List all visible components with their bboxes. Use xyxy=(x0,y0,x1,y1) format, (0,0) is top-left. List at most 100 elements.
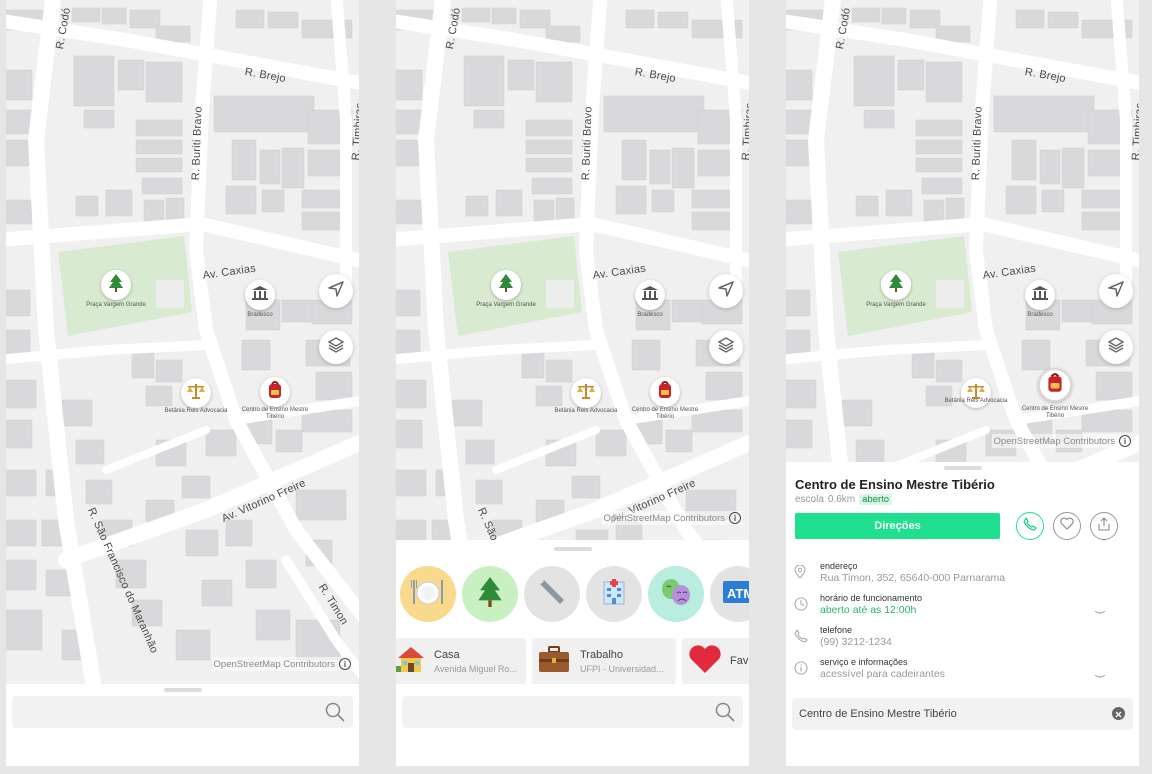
place-title: Centro de Ensino Mestre Tibério xyxy=(795,477,995,492)
map-credit[interactable]: OpenStreetMap Contributors i xyxy=(991,434,1133,448)
sheet-grabber[interactable] xyxy=(553,547,592,551)
school-backpack-icon xyxy=(1045,372,1065,399)
call-button[interactable] xyxy=(1016,512,1044,540)
info-icon: i xyxy=(1119,435,1131,447)
tree-icon xyxy=(497,273,515,298)
clock-icon xyxy=(794,597,808,616)
atm-icon: ATM xyxy=(721,578,749,611)
map-credit[interactable]: OpenStreetMap Contributors i xyxy=(211,657,353,671)
search-icon[interactable] xyxy=(325,702,345,727)
park-poi[interactable] xyxy=(491,270,521,300)
poi-label: Betânia Reis Advocacia xyxy=(554,408,618,414)
locate-me-button[interactable] xyxy=(319,274,353,308)
favorite-home[interactable]: Casa Avenida Miguel Ro... xyxy=(396,638,526,684)
poi-label: Centro de Ensino Mestre Tibério xyxy=(241,407,309,420)
detail-phone[interactable]: telefone (99) 3212-1234 xyxy=(794,625,1134,653)
detail-address[interactable]: endereço Rua Timon, 352, 65640-000 Parna… xyxy=(794,561,1134,589)
bank-icon xyxy=(251,285,269,306)
poi-label: Praça Vargem Grande xyxy=(476,302,536,308)
street-label: R. Buriti Bravo xyxy=(970,106,985,181)
school-poi[interactable] xyxy=(650,377,680,407)
search-input[interactable]: Centro de Ensino Mestre Tibério xyxy=(792,698,1133,730)
chevron-down-icon[interactable] xyxy=(1094,603,1106,621)
phone-icon xyxy=(1023,516,1037,536)
detail-value: (99) 3212-1234 xyxy=(820,636,892,648)
bank-poi[interactable] xyxy=(1025,280,1055,310)
map-credit[interactable]: OpenStreetMap Contributors i xyxy=(601,511,743,525)
navigation-arrow-icon xyxy=(717,280,735,303)
detail-hours[interactable]: horário de funcionamento aberto até as 1… xyxy=(794,593,1134,621)
screen-explore: R. Codó R. Brejo R. Buriti Bravo R. Timb… xyxy=(396,0,749,766)
layers-icon xyxy=(1107,336,1125,359)
bank-poi[interactable] xyxy=(635,280,665,310)
share-button[interactable] xyxy=(1090,512,1118,540)
theater-masks-icon xyxy=(659,577,693,612)
credit-text: OpenStreetMap Contributors xyxy=(993,435,1115,447)
detail-services[interactable]: serviço e informações acessível para cad… xyxy=(794,657,1134,685)
bank-poi[interactable] xyxy=(245,280,275,310)
favorite-places[interactable]: Fav xyxy=(682,638,749,684)
detail-value: Rua Timon, 352, 65640-000 Parnarama xyxy=(820,572,1006,584)
briefcase-icon xyxy=(538,644,570,679)
category-atm[interactable]: ATM xyxy=(710,566,749,622)
tree-icon xyxy=(107,273,125,298)
park-poi[interactable] xyxy=(881,270,911,300)
favorite-subtitle: Avenida Miguel Ro... xyxy=(434,663,517,674)
favorite-title: Trabalho xyxy=(580,648,624,661)
status-badge: aberto xyxy=(859,494,893,505)
favorite-button[interactable] xyxy=(1053,512,1081,540)
detail-label: serviço e informações xyxy=(820,657,908,667)
close-icon xyxy=(1115,705,1122,723)
map-view[interactable]: R. Codó R. Brejo R. Buriti Bravo R. Timb… xyxy=(786,0,1139,462)
wrench-icon xyxy=(536,576,568,613)
poi-label: Bradesco xyxy=(247,312,273,318)
info-icon xyxy=(794,661,808,680)
sheet-grabber[interactable] xyxy=(163,688,202,692)
layers-button[interactable] xyxy=(709,330,743,364)
category-theater[interactable] xyxy=(648,566,704,622)
school-poi-selected[interactable] xyxy=(1038,368,1072,402)
detail-value: acessível para cadeirantes xyxy=(820,668,945,680)
layers-button[interactable] xyxy=(1099,330,1133,364)
navigation-arrow-icon xyxy=(327,280,345,303)
detail-label: endereço xyxy=(820,561,858,571)
school-backpack-icon xyxy=(266,380,284,405)
layers-button[interactable] xyxy=(319,330,353,364)
bank-icon xyxy=(1031,285,1049,306)
search-icon[interactable] xyxy=(715,702,735,727)
search-input[interactable] xyxy=(12,696,353,728)
house-icon xyxy=(396,644,426,679)
law-office-poi[interactable] xyxy=(571,378,601,408)
sheet-grabber[interactable] xyxy=(943,466,982,470)
category-restaurant[interactable] xyxy=(400,566,456,622)
park-poi[interactable] xyxy=(101,270,131,300)
favorite-title: Casa xyxy=(434,648,460,661)
chevron-down-icon[interactable] xyxy=(1094,667,1106,685)
category-services[interactable] xyxy=(524,566,580,622)
clear-search-button[interactable] xyxy=(1112,707,1125,720)
category-park[interactable] xyxy=(462,566,518,622)
map-view[interactable]: R. Codó R. Brejo R. Buriti Bravo R. Timb… xyxy=(396,0,749,540)
favorite-work[interactable]: Trabalho UFPI - Universidad... xyxy=(532,638,676,684)
map-view[interactable]: R. Codó R. Brejo R. Buriti Bravo R. Timb… xyxy=(6,0,359,684)
layers-icon xyxy=(327,336,345,359)
scales-icon xyxy=(576,382,596,405)
favorite-subtitle: UFPI - Universidad... xyxy=(580,663,664,674)
navigation-arrow-icon xyxy=(1107,280,1125,303)
pin-icon xyxy=(794,564,806,584)
search-input[interactable] xyxy=(402,696,743,728)
scales-icon xyxy=(186,382,206,405)
school-poi[interactable] xyxy=(260,377,290,407)
poi-label: Praça Vargem Grande xyxy=(86,302,146,308)
poi-label: Centro de Ensino Mestre Tibério xyxy=(631,407,699,420)
credit-text: OpenStreetMap Contributors xyxy=(213,658,335,670)
law-office-poi[interactable] xyxy=(181,378,211,408)
category-hospital[interactable] xyxy=(586,566,642,622)
heart-icon xyxy=(688,644,722,679)
map-canvas xyxy=(396,0,749,540)
directions-button[interactable]: Direções xyxy=(795,513,1000,539)
poi-label: Betânia Reis Advocacia xyxy=(164,408,228,414)
locate-me-button[interactable] xyxy=(709,274,743,308)
locate-me-button[interactable] xyxy=(1099,274,1133,308)
tree-icon xyxy=(475,575,505,614)
